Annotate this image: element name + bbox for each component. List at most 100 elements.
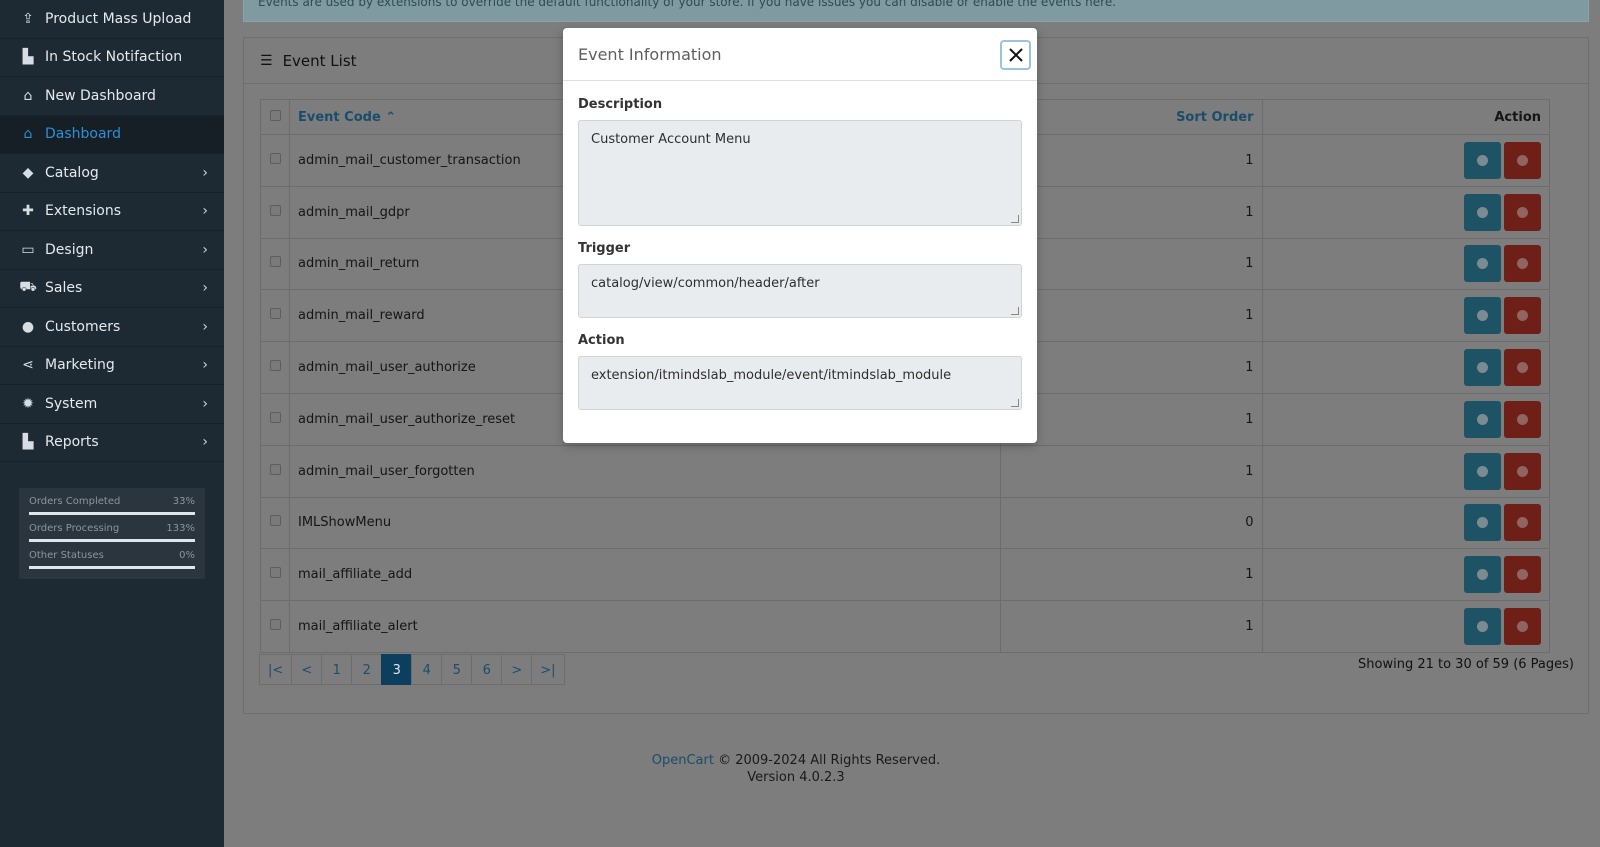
minus-circle-icon (1517, 258, 1528, 270)
panel-title: Event List (282, 51, 357, 70)
page-link[interactable]: 5 (441, 654, 473, 685)
resize-grip-icon[interactable] (1011, 399, 1019, 407)
row-checkbox[interactable] (269, 308, 281, 320)
opencart-link[interactable]: OpenCart (652, 753, 714, 768)
info-icon (1477, 362, 1488, 374)
stat-progress-fill (29, 539, 195, 542)
sidebar-item-marketing[interactable]: ⋖ Marketing › (0, 347, 224, 385)
page-link[interactable]: 3 (381, 654, 413, 685)
chevron-right-icon: › (202, 318, 208, 335)
trigger-field[interactable]: catalog/view/common/header/after (578, 264, 1022, 318)
page-link[interactable]: 4 (411, 654, 443, 685)
sidebar-item-label: In Stock Notifaction (45, 49, 183, 66)
sidebar-item-extensions[interactable]: ✚ Extensions › (0, 193, 224, 231)
action-cell (1261, 496, 1551, 550)
page-link[interactable]: > (501, 654, 533, 685)
info-button[interactable] (1464, 245, 1501, 283)
sidebar-item-design[interactable]: ▭ Design › (0, 231, 224, 270)
row-check-cell (260, 289, 290, 343)
delete-button[interactable] (1504, 504, 1541, 542)
delete-button[interactable] (1504, 608, 1541, 646)
stat-item: Other Statuses 0% (29, 550, 195, 569)
sidebar-item-reports[interactable]: ▙ Reports › (0, 424, 224, 462)
info-icon (1477, 517, 1488, 529)
stat-item: Orders Completed 33% (29, 496, 195, 515)
sort-order-header[interactable]: Sort Order (999, 99, 1263, 135)
sidebar-item-product-mass-upload[interactable]: ⇪ Product Mass Upload (0, 0, 224, 39)
modal-title: Event Information (578, 44, 722, 64)
table-row: mail_affiliate_add 1 (260, 548, 1551, 602)
select-all-cell (260, 99, 290, 135)
page-link[interactable]: 1 (321, 654, 353, 685)
sidebar-item-in-stock-notifaction[interactable]: ▙ In Stock Notifaction (0, 39, 224, 77)
stat-progress-bar (29, 512, 195, 515)
action-cell (1261, 289, 1551, 343)
sort-order-cell: 1 (999, 185, 1263, 239)
info-alert: Events are used by extensions to overrid… (243, 0, 1589, 22)
select-all-checkbox[interactable] (269, 109, 281, 121)
action-cell (1261, 548, 1551, 602)
page-link[interactable]: < (291, 654, 323, 685)
sidebar-item-label: New Dashboard (45, 87, 156, 104)
sidebar-item-customers[interactable]: ● Customers › (0, 308, 224, 347)
alert-text: Events are used by extensions to overrid… (258, 0, 1117, 9)
sort-asc-icon: ⌃ (385, 109, 397, 125)
row-checkbox[interactable] (269, 256, 281, 268)
minus-circle-icon (1517, 569, 1528, 581)
stat-progress-bar (29, 566, 195, 569)
sidebar-item-dashboard[interactable]: ⌂ Dashboard (0, 115, 224, 154)
sidebar-item-catalog[interactable]: ◆ Catalog › (0, 154, 224, 193)
row-checkbox[interactable] (269, 619, 281, 631)
delete-button[interactable] (1504, 297, 1541, 335)
info-button[interactable] (1464, 400, 1501, 438)
sidebar-nav: ⇪ Product Mass Upload ▙ In Stock Notifactio… (0, 0, 224, 462)
info-button[interactable] (1464, 556, 1501, 594)
info-button[interactable] (1464, 452, 1501, 490)
sidebar-item-system[interactable]: ✹ System › (0, 385, 224, 424)
info-button[interactable] (1464, 297, 1501, 335)
chevron-right-icon: › (202, 357, 208, 374)
delete-button[interactable] (1504, 245, 1541, 283)
sidebar-item-label: Catalog (45, 164, 99, 181)
resize-grip-icon[interactable] (1011, 215, 1019, 223)
stat-value: 133% (166, 523, 195, 534)
delete-button[interactable] (1504, 349, 1541, 387)
info-button[interactable] (1464, 608, 1501, 646)
info-button[interactable] (1464, 349, 1501, 387)
info-icon (1477, 621, 1488, 633)
delete-button[interactable] (1504, 141, 1541, 179)
row-checkbox[interactable] (269, 411, 281, 423)
page-link[interactable]: >| (531, 654, 565, 685)
description-label: Description (578, 97, 663, 112)
info-button[interactable] (1464, 504, 1501, 542)
row-checkbox[interactable] (269, 360, 281, 372)
info-button[interactable] (1464, 141, 1501, 179)
resize-grip-icon[interactable] (1011, 307, 1019, 315)
row-checkbox[interactable] (269, 567, 281, 579)
info-icon (1477, 413, 1488, 425)
stat-label: Orders Completed (29, 496, 121, 507)
page-link[interactable]: 2 (351, 654, 383, 685)
info-button[interactable] (1464, 193, 1501, 231)
description-field[interactable]: Customer Account Menu (578, 120, 1022, 226)
row-checkbox[interactable] (269, 152, 281, 164)
sidebar-item-label: Product Mass Upload (45, 10, 192, 27)
sidebar-item-new-dashboard[interactable]: ⌂ New Dashboard (0, 77, 224, 116)
delete-button[interactable] (1504, 400, 1541, 438)
delete-button[interactable] (1504, 193, 1541, 231)
trigger-label: Trigger (578, 241, 631, 256)
close-button[interactable] (1000, 40, 1031, 70)
row-checkbox[interactable] (269, 515, 281, 527)
page-link[interactable]: 6 (471, 654, 503, 685)
page-link[interactable]: |< (259, 654, 293, 685)
delete-button[interactable] (1504, 556, 1541, 594)
row-checkbox[interactable] (269, 463, 281, 475)
delete-button[interactable] (1504, 452, 1541, 490)
action-cell (1261, 237, 1551, 291)
action-label: Action (578, 333, 625, 348)
trigger-value: catalog/view/common/header/after (591, 276, 820, 291)
close-icon (1008, 48, 1023, 62)
sidebar-item-sales[interactable]: ⛟ Sales › (0, 270, 224, 308)
action-field[interactable]: extension/itmindslab_module/event/itmind… (578, 356, 1022, 410)
row-checkbox[interactable] (269, 204, 281, 216)
